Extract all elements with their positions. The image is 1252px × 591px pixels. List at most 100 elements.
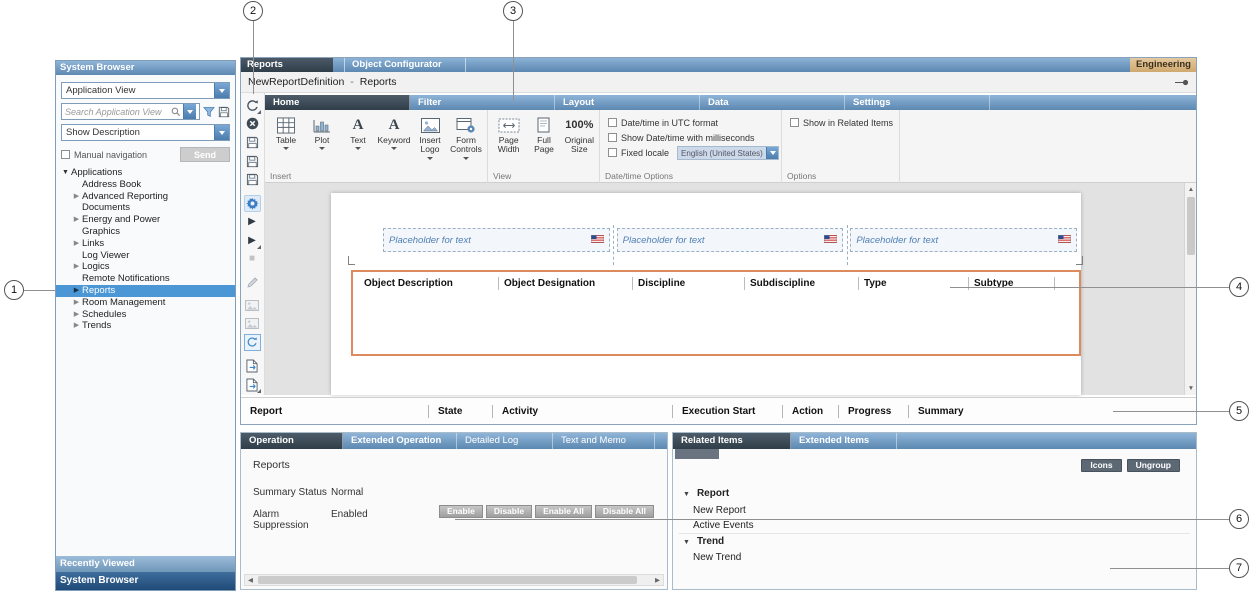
enable-button[interactable]: Enable — [439, 505, 483, 518]
filter-icon[interactable] — [203, 106, 215, 118]
stop-icon[interactable]: ■ — [244, 251, 261, 268]
search-input[interactable]: Search Application View — [61, 103, 200, 120]
chevron-down-icon[interactable] — [183, 104, 196, 119]
tree-item-documents[interactable]: Documents — [56, 202, 235, 214]
tree-item-reports[interactable]: ▶Reports — [56, 285, 235, 297]
insert-logo-button[interactable]: Insert Logo — [412, 113, 448, 160]
checkbox-icon[interactable] — [790, 118, 799, 127]
exec-column-state[interactable]: State — [428, 405, 492, 418]
chevron-down-icon[interactable] — [214, 83, 229, 98]
original-size-button[interactable]: 100% Original Size — [562, 113, 597, 155]
tree-item-trends[interactable]: ▶Trends — [56, 320, 235, 332]
delete-icon[interactable] — [244, 116, 261, 133]
save-all-icon[interactable] — [244, 171, 261, 188]
keyword-button[interactable]: A Keyword — [376, 113, 412, 160]
pin-icon[interactable] — [1174, 78, 1189, 87]
related-group-report[interactable]: ▼Report — [683, 488, 729, 499]
breadcrumb-name[interactable]: NewReportDefinition — [248, 76, 344, 88]
checkbox-icon[interactable] — [608, 133, 617, 142]
icons-button[interactable]: Icons — [1081, 459, 1121, 472]
scroll-up-icon[interactable]: ▲ — [1185, 183, 1197, 196]
ribbon-tab-data[interactable]: Data — [700, 95, 845, 110]
table-column-header[interactable]: Object Designation — [499, 277, 633, 290]
locale-selector[interactable]: English (United States) — [677, 146, 779, 160]
exec-column-progress[interactable]: Progress — [838, 405, 908, 418]
page-width-button[interactable]: Page Width — [491, 113, 526, 155]
us-flag-icon[interactable] — [1058, 235, 1071, 246]
tab-operation[interactable]: Operation — [241, 433, 343, 449]
collapsed-icon[interactable]: ▶ — [71, 214, 82, 226]
description-selector[interactable]: Show Description — [61, 124, 230, 141]
plot-button[interactable]: Plot — [304, 113, 340, 160]
tab-extended-items[interactable]: Extended Items — [791, 433, 897, 449]
text-placeholder[interactable]: Placeholder for text — [617, 228, 844, 252]
disable-all-button[interactable]: Disable All — [595, 505, 654, 518]
table-column-header[interactable]: Object Description — [359, 277, 499, 290]
related-item-new-report[interactable]: New Report — [693, 505, 746, 516]
checkbox-icon[interactable] — [608, 148, 617, 157]
chevron-down-icon[interactable] — [766, 147, 778, 159]
manual-navigation-checkbox[interactable] — [61, 150, 70, 159]
tree-item-schedules[interactable]: ▶Schedules — [56, 309, 235, 321]
text-button[interactable]: A Text — [340, 113, 376, 160]
exec-column-action[interactable]: Action — [782, 405, 838, 418]
collapsed-icon[interactable]: ▶ — [71, 309, 82, 321]
snapshot-icon[interactable] — [244, 316, 261, 333]
tree-item-advanced-reporting[interactable]: ▶Advanced Reporting — [56, 191, 235, 203]
exec-column-report[interactable]: Report — [240, 405, 428, 418]
system-browser-footer-bar[interactable]: System Browser — [56, 572, 235, 590]
expanded-icon[interactable]: ▼ — [60, 167, 71, 179]
table-column-header[interactable]: Subdiscipline — [745, 277, 859, 290]
send-button[interactable]: Send — [180, 147, 230, 162]
us-flag-icon[interactable] — [591, 235, 604, 246]
ribbon-tab-layout[interactable]: Layout — [555, 95, 700, 110]
exec-column-activity[interactable]: Activity — [492, 405, 672, 418]
report-page[interactable]: Placeholder for text Placeholder for tex… — [331, 193, 1081, 395]
report-preview-icon[interactable] — [244, 297, 261, 314]
collapsed-icon[interactable]: ▶ — [71, 238, 82, 250]
play-icon[interactable]: ▶ — [244, 214, 261, 231]
tab-object-configurator[interactable]: Object Configurator — [344, 57, 466, 72]
scrollbar-thumb[interactable] — [258, 576, 637, 584]
export-icon[interactable] — [244, 358, 261, 375]
form-controls-button[interactable]: Form Controls — [448, 113, 484, 160]
save-view-icon[interactable] — [218, 106, 230, 118]
tab-extended-operation[interactable]: Extended Operation — [343, 433, 457, 449]
tree-item-logics[interactable]: ▶Logics — [56, 261, 235, 273]
full-page-button[interactable]: Full Page — [526, 113, 561, 155]
settings-gear-icon[interactable] — [244, 195, 261, 212]
recently-viewed-bar[interactable]: Recently Viewed — [56, 556, 235, 572]
export-options-icon[interactable] — [244, 376, 261, 393]
expanded-icon[interactable]: ▼ — [683, 491, 690, 498]
exec-column-execution-start[interactable]: Execution Start — [672, 405, 782, 418]
table-column-header[interactable]: Discipline — [633, 277, 745, 290]
update-icon[interactable] — [244, 97, 261, 114]
breadcrumb-section[interactable]: Reports — [360, 76, 397, 88]
edit-pencil-icon[interactable] — [244, 274, 261, 291]
report-table[interactable]: Object Description Object Designation Di… — [351, 270, 1081, 356]
disable-button[interactable]: Disable — [486, 505, 532, 518]
ungroup-button[interactable]: Ungroup — [1127, 459, 1180, 472]
save-as-icon[interactable] — [244, 153, 261, 170]
ribbon-tab-filter[interactable]: Filter — [410, 95, 555, 110]
expanded-icon[interactable]: ▼ — [683, 539, 690, 546]
tab-detailed-log[interactable]: Detailed Log — [457, 433, 553, 449]
scrollbar-thumb[interactable] — [1187, 197, 1195, 255]
us-flag-icon[interactable] — [824, 235, 837, 246]
text-placeholder[interactable]: Placeholder for text — [850, 228, 1077, 252]
enable-all-button[interactable]: Enable All — [535, 505, 592, 518]
ribbon-tab-settings[interactable]: Settings — [845, 95, 990, 110]
tree-item-links[interactable]: ▶Links — [56, 238, 235, 250]
related-item-active-events[interactable]: Active Events — [693, 520, 754, 531]
scroll-left-icon[interactable]: ◀ — [245, 576, 256, 584]
tree-item-room-management[interactable]: ▶Room Management — [56, 297, 235, 309]
show-in-related-items-option[interactable]: Show in Related Items — [782, 115, 899, 130]
scroll-right-icon[interactable]: ▶ — [652, 576, 663, 584]
text-placeholder[interactable]: Placeholder for text — [383, 228, 610, 252]
collapsed-icon[interactable]: ▶ — [71, 261, 82, 273]
ribbon-tab-home[interactable]: Home — [265, 95, 410, 110]
tree-item-energy-and-power[interactable]: ▶Energy and Power — [56, 214, 235, 226]
related-item-new-trend[interactable]: New Trend — [693, 552, 741, 563]
table-button[interactable]: Table — [268, 113, 304, 160]
tree-item-log-viewer[interactable]: Log Viewer — [56, 250, 235, 262]
